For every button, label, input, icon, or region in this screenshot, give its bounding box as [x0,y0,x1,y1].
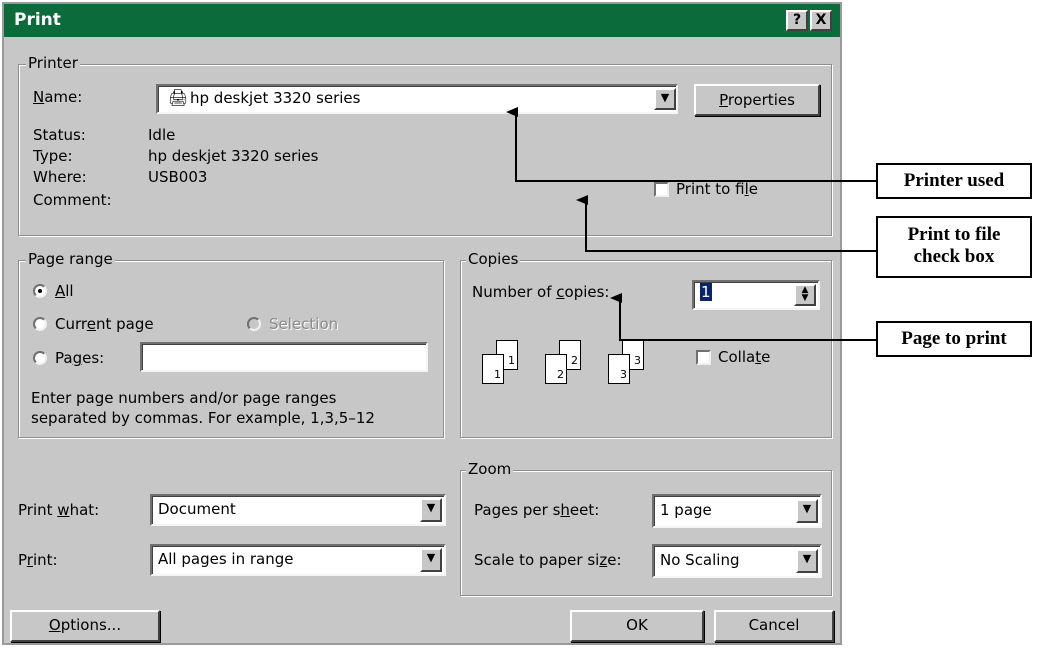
print-to-file-callout: Print to file check box [876,216,1032,278]
print-to-file-arrow [576,195,876,252]
page-to-print-arrow [610,293,876,341]
page-to-print-callout: Page to print [876,321,1032,357]
printer-used-callout: Printer used [876,163,1032,199]
printer-used-arrow [506,107,876,182]
